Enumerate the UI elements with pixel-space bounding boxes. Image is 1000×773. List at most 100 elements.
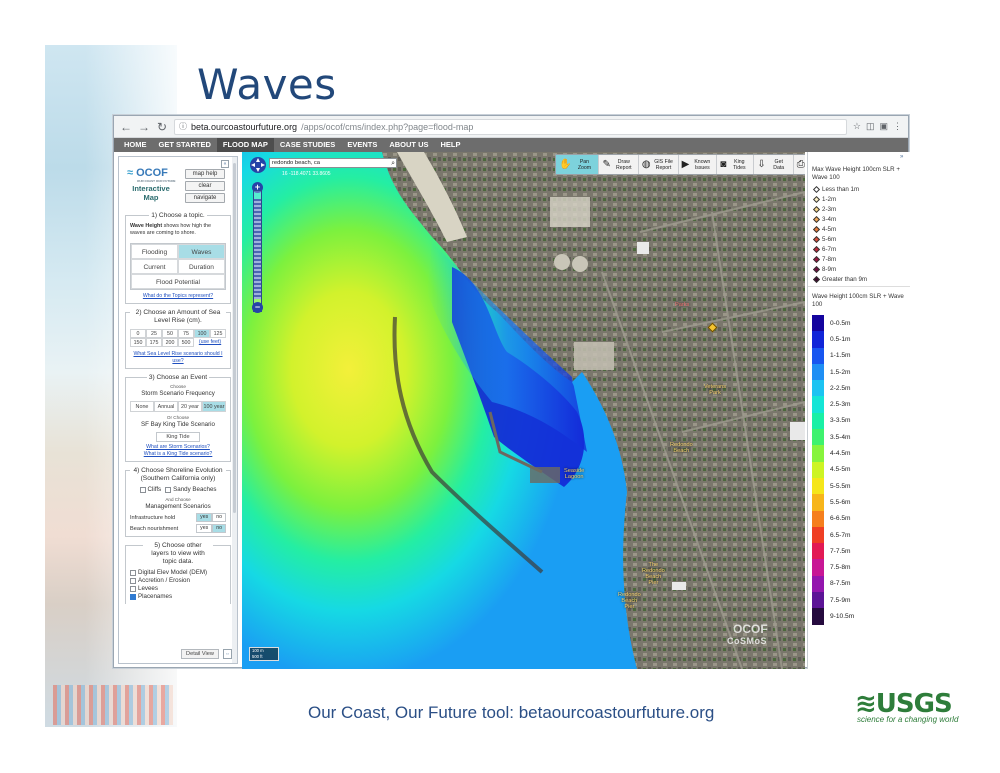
printer-icon: ⎙ — [796, 158, 805, 170]
pan-control-icon[interactable] — [249, 156, 267, 174]
zoom-slider[interactable] — [253, 190, 262, 312]
slr-option-500[interactable]: 500 — [178, 338, 194, 347]
slr-option-25[interactable]: 25 — [146, 329, 162, 338]
color-swatch — [812, 380, 824, 397]
legend-collapse-icon[interactable]: » — [900, 154, 908, 162]
nav-case-studies[interactable]: CASE STUDIES — [274, 138, 341, 152]
place-label: Redondo Beach — [670, 442, 693, 454]
slr-option-200[interactable]: 200 — [162, 338, 178, 347]
search-icon[interactable]: ⌕ — [391, 159, 395, 168]
sandy-beaches-checkbox[interactable]: Sandy Beaches — [165, 486, 216, 494]
slr-option-50[interactable]: 50 — [162, 329, 178, 338]
layer-checkbox[interactable]: Levees — [130, 585, 226, 593]
tool-pencil-button[interactable]: ✎ Draw Report — [599, 155, 639, 174]
map-search-input[interactable]: redondo beach, ca ⌕ — [269, 158, 397, 168]
map-canvas[interactable] — [242, 152, 805, 669]
back-arrow-icon[interactable]: ← — [120, 120, 132, 134]
use-feet-link[interactable]: (use feet) — [194, 338, 226, 347]
infra-yes-toggle[interactable]: yes — [196, 513, 213, 522]
legend-ramp-item: 5.5-6m — [812, 494, 910, 511]
tool-camera-button[interactable]: ◙ King Tides — [717, 155, 755, 174]
topic-current[interactable]: Current — [131, 259, 178, 274]
slr-option-75[interactable]: 75 — [178, 329, 194, 338]
sidebar-scrollbar[interactable] — [232, 157, 237, 663]
tool-globe-button[interactable]: ◍ GIS File Report — [639, 155, 679, 174]
slr-option-175[interactable]: 175 — [146, 338, 162, 347]
legend-ramp-item: 3.5-4m — [812, 429, 910, 446]
event-annual[interactable]: Annual — [154, 401, 178, 412]
event-20-year[interactable]: 20 year — [178, 401, 202, 412]
forward-arrow-icon[interactable]: → — [138, 120, 150, 134]
legend-ramp-label: 0-0.5m — [830, 319, 851, 327]
topics-help-link[interactable]: What do the Topics represent? — [130, 293, 226, 300]
color-swatch — [812, 526, 824, 544]
nav-home[interactable]: HOME — [118, 138, 153, 152]
slr-option-125[interactable]: 125 — [210, 329, 226, 338]
zoom-out-icon[interactable]: − — [252, 302, 263, 313]
cliffs-checkbox[interactable]: Cliffs — [139, 486, 161, 494]
beach-nourishment-row: Beach nourishment yes no — [130, 524, 226, 533]
detail-view-button[interactable]: Detail View — [181, 649, 219, 659]
map-coords: 16 -118.4071 33.8605 — [282, 171, 331, 177]
legend-point-label: 4-5m — [822, 225, 837, 233]
tool-download-button[interactable]: ⇩ Get Data — [754, 155, 794, 174]
checkbox[interactable] — [130, 570, 136, 576]
beach-no-toggle[interactable]: no — [212, 524, 226, 533]
usgs-logo: ≋USGS science for a changing world — [855, 689, 959, 724]
menu-icon[interactable]: ⋮ — [893, 121, 902, 132]
slr-option-0[interactable]: 0 — [130, 329, 146, 338]
beach-yes-toggle[interactable]: yes — [196, 524, 213, 533]
checkbox[interactable] — [130, 578, 136, 584]
tool-hand-button[interactable]: ✋ Pan Zoom — [556, 155, 600, 174]
nav-flood-map[interactable]: FLOOD MAP — [216, 138, 274, 152]
slr-option-100[interactable]: 100 — [194, 329, 210, 338]
infra-no-toggle[interactable]: no — [212, 513, 226, 522]
nav-about-us[interactable]: ABOUT US — [383, 138, 434, 152]
king-tide-link[interactable]: What is a King Tide scenario? — [130, 451, 226, 458]
clear-button[interactable]: clear — [185, 181, 225, 191]
legend-point-item: Greater than 9m — [812, 274, 910, 284]
tool-printer-button[interactable]: ⎙Print Map — [794, 155, 805, 174]
window-icon[interactable]: ▣ — [879, 121, 888, 132]
diamond-icon — [812, 185, 821, 193]
nav-events[interactable]: EVENTS — [341, 138, 383, 152]
slr-help-link[interactable]: What Sea Level Rise scenario should I us… — [130, 351, 226, 365]
reload-icon[interactable]: ↻ — [156, 120, 168, 134]
expand-icon[interactable]: ⇔ — [223, 649, 232, 659]
map-help-button[interactable]: map help — [185, 169, 225, 179]
event-grid: None Annual 20 year 100 year — [130, 401, 226, 412]
sidebar: « ≈ OCOF OUR COAST OUR FUTURE Interactiv… — [118, 156, 238, 664]
legend-ramp-label: 9-10.5m — [830, 612, 855, 620]
layer-checkbox[interactable]: Digital Elev Model (DEM) — [130, 569, 226, 577]
king-tide-button[interactable]: King Tide — [156, 432, 200, 442]
footer-text: Our Coast, Our Future tool: betaourcoast… — [308, 703, 715, 722]
checkbox[interactable] — [130, 594, 136, 600]
layer-checkbox[interactable]: Accretion / Erosion — [130, 577, 226, 585]
extension-icon[interactable]: ◫ — [866, 121, 875, 132]
color-swatch — [812, 363, 824, 381]
address-bar[interactable]: ⓘ beta.ourcoastourfuture.org/apps/ocof/c… — [174, 118, 847, 135]
legend-ramp-label: 1.5-2m — [830, 368, 851, 376]
event-100-year[interactable]: 100 year — [202, 401, 226, 412]
navigate-button[interactable]: navigate — [185, 193, 225, 203]
nav-get-started[interactable]: GET STARTED — [153, 138, 217, 152]
legend-ramp-item: 7.5-8m — [812, 559, 910, 576]
map-view[interactable]: + − redondo beach, ca ⌕ 16 -118.4071 33.… — [242, 152, 805, 669]
legend-ramp-label: 0.5-1m — [830, 335, 851, 343]
slr-option-150[interactable]: 150 — [130, 338, 146, 347]
event-none[interactable]: None — [130, 401, 154, 412]
topic-flooding[interactable]: Flooding — [131, 244, 178, 259]
checkbox[interactable] — [130, 586, 136, 592]
star-icon[interactable]: ☆ — [853, 121, 861, 132]
legend-ramp-label: 7.5-9m — [830, 596, 851, 604]
nav-help[interactable]: HELP — [435, 138, 467, 152]
topic-waves[interactable]: Waves — [178, 244, 225, 259]
topic-duration[interactable]: Duration — [178, 259, 225, 274]
slide-title: Waves — [197, 60, 337, 109]
color-swatch — [812, 412, 824, 430]
storm-scenarios-link[interactable]: What are Storm Scenarios? — [130, 444, 226, 451]
layer-checkbox[interactable]: Placenames — [130, 593, 226, 601]
tool-play-button[interactable]: ▶ Known Issues — [679, 155, 718, 174]
legend-point-label: 8-9m — [822, 265, 837, 273]
topic-flood-potential[interactable]: Flood Potential — [131, 274, 225, 289]
